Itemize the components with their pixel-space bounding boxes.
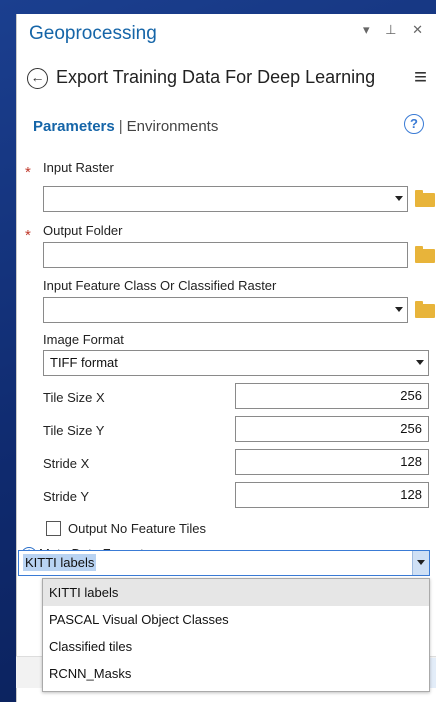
browse-folder-icon[interactable] — [415, 246, 435, 263]
chevron-down-icon — [417, 560, 425, 565]
meta-data-format-options: KITTI labels PASCAL Visual Object Classe… — [42, 578, 430, 692]
dropdown-option[interactable]: RCNN_Masks — [43, 660, 429, 687]
tool-title: Export Training Data For Deep Learning — [56, 67, 376, 87]
chevron-down-icon — [395, 196, 403, 201]
meta-data-format-dropdown[interactable]: KITTI labels — [18, 550, 430, 576]
tile-size-x-label: Tile Size X — [43, 390, 105, 405]
browse-folder-icon[interactable] — [415, 301, 435, 318]
output-folder-label: Output Folder — [43, 223, 123, 238]
input-raster-dropdown[interactable] — [43, 186, 408, 212]
image-format-label: Image Format — [43, 332, 124, 347]
back-arrow-icon[interactable]: ← — [27, 68, 48, 89]
browse-folder-icon[interactable] — [415, 190, 435, 207]
meta-data-format-value: KITTI labels — [23, 554, 97, 571]
dropdown-option[interactable]: Classified tiles — [43, 633, 429, 660]
no-feature-tiles-label: Output No Feature Tiles — [68, 521, 207, 536]
window-controls[interactable]: ▾ ⊥ ✕ — [363, 22, 429, 38]
stride-y-input[interactable]: 128 — [235, 482, 429, 508]
chevron-down-icon — [395, 307, 403, 312]
required-marker-icon: * — [25, 227, 31, 244]
hamburger-menu-icon[interactable]: ≡ — [414, 64, 427, 90]
tile-size-y-label: Tile Size Y — [43, 423, 105, 438]
output-folder-field[interactable] — [43, 242, 408, 268]
pane-titlebar: Geoprocessing ▾ ⊥ ✕ — [17, 14, 436, 56]
stride-x-label: Stride X — [43, 456, 90, 471]
stride-y-label: Stride Y — [43, 489, 90, 504]
tab-environments[interactable]: Environments — [127, 118, 219, 135]
tab-separator: | — [118, 118, 123, 135]
image-format-value: TIFF format — [50, 355, 118, 370]
chevron-down-icon — [416, 360, 424, 365]
stride-x-input[interactable]: 128 — [235, 449, 429, 475]
help-icon[interactable]: ? — [404, 114, 424, 134]
input-feature-dropdown[interactable] — [43, 297, 408, 323]
tile-size-x-input[interactable]: 256 — [235, 383, 429, 409]
dropdown-toggle-button[interactable] — [412, 551, 429, 575]
input-raster-label: Input Raster — [43, 160, 114, 175]
tile-size-y-input[interactable]: 256 — [235, 416, 429, 442]
tab-parameters[interactable]: Parameters — [33, 118, 115, 135]
tab-bar: Parameters | Environments — [33, 118, 218, 135]
required-marker-icon: * — [25, 164, 31, 181]
input-feature-label: Input Feature Class Or Classified Raster — [43, 278, 277, 293]
dropdown-option[interactable]: PASCAL Visual Object Classes — [43, 606, 429, 633]
tool-header: ← Export Training Data For Deep Learning… — [17, 62, 436, 102]
pane-title: Geoprocessing — [29, 23, 157, 44]
image-format-dropdown[interactable]: TIFF format — [43, 350, 429, 376]
dropdown-option[interactable]: KITTI labels — [43, 579, 429, 606]
no-feature-tiles-checkbox[interactable] — [46, 521, 61, 536]
